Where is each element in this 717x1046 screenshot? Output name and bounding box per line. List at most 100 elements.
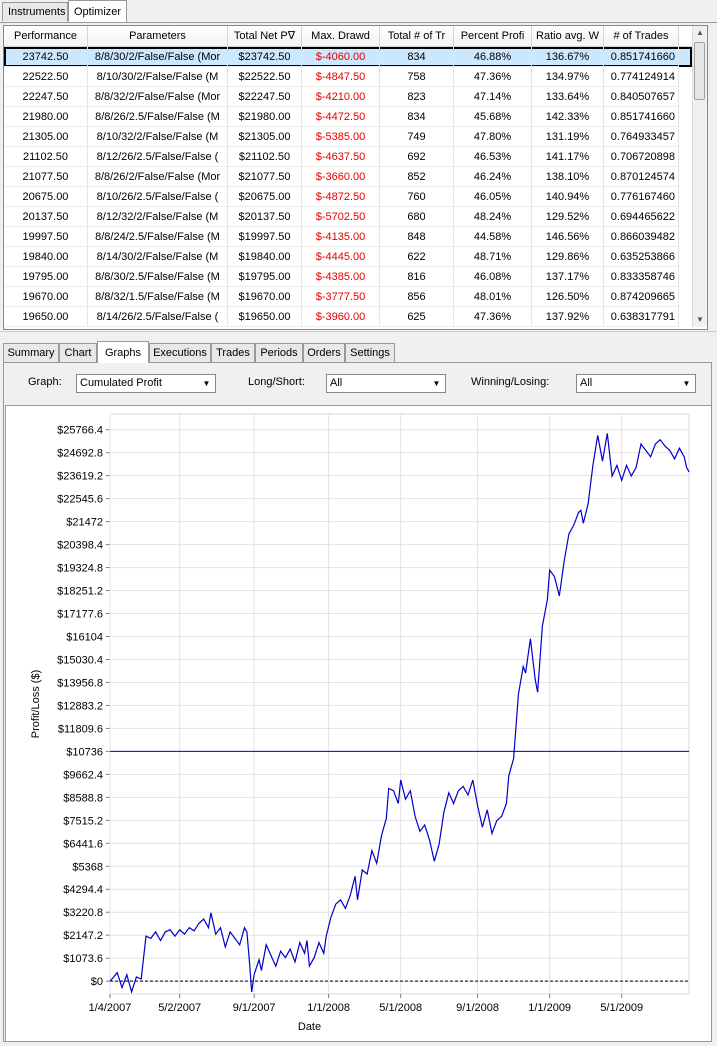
y-tick-label: $5368 [72,861,103,873]
table-cell: 8/8/32/2/False/False (Mor [88,87,228,107]
table-cell: 848 [380,227,454,247]
table-cell: 852 [380,167,454,187]
tab-summary[interactable]: Summary [3,343,59,362]
table-cell: $-4385.00 [302,267,380,287]
table-cell: 131.19% [532,127,604,147]
winlose-label: Winning/Losing: [471,376,550,388]
table-cell: 47.36% [454,307,532,327]
chevron-down-icon[interactable]: ▼ [679,376,694,391]
winlose-select-value: All [580,377,593,389]
y-tick-label: $0 [91,976,103,988]
longshort-select[interactable]: All ▼ [326,374,446,393]
table-cell: $-4445.00 [302,247,380,267]
table-cell: $-3660.00 [302,167,380,187]
table-cell: $-4872.50 [302,187,380,207]
tab-executions[interactable]: Executions [149,343,211,362]
scroll-down-icon[interactable]: ▼ [693,313,707,327]
scroll-up-icon[interactable]: ▲ [693,26,707,40]
table-row[interactable]: 21102.50 8/12/26/2.5/False/False ($21102.… [4,147,692,167]
tab-optimizer[interactable]: Optimizer [68,0,127,22]
table-cell: 749 [380,127,454,147]
table-cell: 48.01% [454,287,532,307]
table-cell: 0.774124914 [604,67,679,87]
table-cell: 8/8/32/1.5/False/False (M [88,287,228,307]
table-row[interactable]: 23742.50 8/8/30/2/False/False (Mor $23742.… [4,47,692,67]
table-cell: 8/10/32/2/False/False (M [88,127,228,147]
scroll-thumb[interactable] [694,42,705,100]
table-row[interactable]: 22247.50 8/8/32/2/False/False (Mor $22247.… [4,87,692,107]
table-cell: 760 [380,187,454,207]
y-tick-label: $15030.4 [57,654,103,666]
y-tick-label: $21472 [66,517,103,529]
tab-settings[interactable]: Settings [345,343,395,362]
table-row[interactable]: 19795.00 8/8/30/2.5/False/False (M $19795.… [4,267,692,287]
column-header-2[interactable]: Total Net P∇ [228,26,302,46]
table-cell: 126.50% [532,287,604,307]
tab-orders[interactable]: Orders [303,343,345,362]
y-tick-label: $22545.6 [57,494,103,506]
tab-graphs[interactable]: Graphs [97,341,149,363]
table-cell: $22522.50 [228,67,302,87]
table-cell: 21077.50 [4,167,88,187]
table-row[interactable]: 19840.00 8/14/30/2/False/False (M $19840.0… [4,247,692,267]
column-header-1[interactable]: Parameters [88,26,228,46]
table-row[interactable]: 21980.00 8/8/26/2.5/False/False (M $21980.… [4,107,692,127]
chevron-down-icon[interactable]: ▼ [199,376,214,391]
tab-instruments[interactable]: Instruments [2,2,68,21]
tab-periods[interactable]: Periods [255,343,303,362]
plot-area [109,413,690,995]
column-header-6[interactable]: Ratio avg. W [532,26,604,46]
tab-trades[interactable]: Trades [211,343,255,362]
column-header-0[interactable]: Performance [4,26,88,46]
table-row[interactable]: 21305.00 8/10/32/2/False/False (M $21305.0… [4,127,692,147]
table-cell: 8/8/30/2.5/False/False (M [88,267,228,287]
table-cell: 622 [380,247,454,267]
table-row[interactable]: 22522.50 8/10/30/2/False/False (M $22522.5… [4,67,692,87]
table-row[interactable]: 19650.00 8/14/26/2.5/False/False ($19650.… [4,307,692,327]
column-header-7[interactable]: # of Trades [604,26,679,46]
table-cell: 21102.50 [4,147,88,167]
chevron-down-icon[interactable]: ▼ [429,376,444,391]
tab-chart[interactable]: Chart [59,343,97,362]
longshort-label: Long/Short: [248,376,305,388]
table-cell: $20675.00 [228,187,302,207]
graph-select[interactable]: Cumulated Profit ▼ [76,374,216,393]
y-tick-label: $3220.8 [63,907,103,919]
table-cell: 8/12/26/2.5/False/False ( [88,147,228,167]
x-tick-label: 1/1/2009 [528,1002,571,1014]
table-cell: 8/8/24/2.5/False/False (M [88,227,228,247]
table-cell: 129.86% [532,247,604,267]
optimizer-results-grid: Performance Parameters Total Net P∇ Max. Dr… [3,25,708,330]
table-row[interactable]: 19997.50 8/8/24/2.5/False/False (M $19997.… [4,227,692,247]
column-header-4[interactable]: Total # of Tr [380,26,454,46]
table-row[interactable]: 20137.50 8/12/32/2/False/False (M $20137.5… [4,207,692,227]
table-cell: $-3960.00 [302,307,380,327]
table-cell: 19795.00 [4,267,88,287]
y-tick-label: $7515.2 [63,815,103,827]
table-cell: 136.67% [532,47,604,67]
table-row[interactable]: 19670.00 8/8/32/1.5/False/False (M $19670.… [4,287,692,307]
table-cell: $19795.00 [228,267,302,287]
table-row[interactable]: 21077.50 8/8/26/2/False/False (Mor $21077.… [4,167,692,187]
column-header-3[interactable]: Max. Drawd [302,26,380,46]
y-tick-label: $1073.6 [63,953,103,965]
table-cell: 0.776167460 [604,187,679,207]
y-tick-label: $20398.4 [57,540,103,552]
winlose-select[interactable]: All ▼ [576,374,696,393]
table-cell: 625 [380,307,454,327]
table-row[interactable]: 20675.00 8/10/26/2.5/False/False ($20675.… [4,187,692,207]
y-tick-label: $19324.8 [57,563,103,575]
column-header-5[interactable]: Percent Profi [454,26,532,46]
table-cell: 0.870124574 [604,167,679,187]
y-tick-label: $24692.8 [57,448,103,460]
table-cell: 45.68% [454,107,532,127]
panel-splitter[interactable] [0,331,717,338]
grid-vertical-scrollbar[interactable]: ▲ ▼ [692,26,707,327]
table-cell: 758 [380,67,454,87]
table-cell: 134.97% [532,67,604,87]
table-cell: 21305.00 [4,127,88,147]
y-tick-label: $11809.6 [58,723,103,735]
table-cell: 48.71% [454,247,532,267]
table-cell: 816 [380,267,454,287]
table-cell: 138.10% [532,167,604,187]
